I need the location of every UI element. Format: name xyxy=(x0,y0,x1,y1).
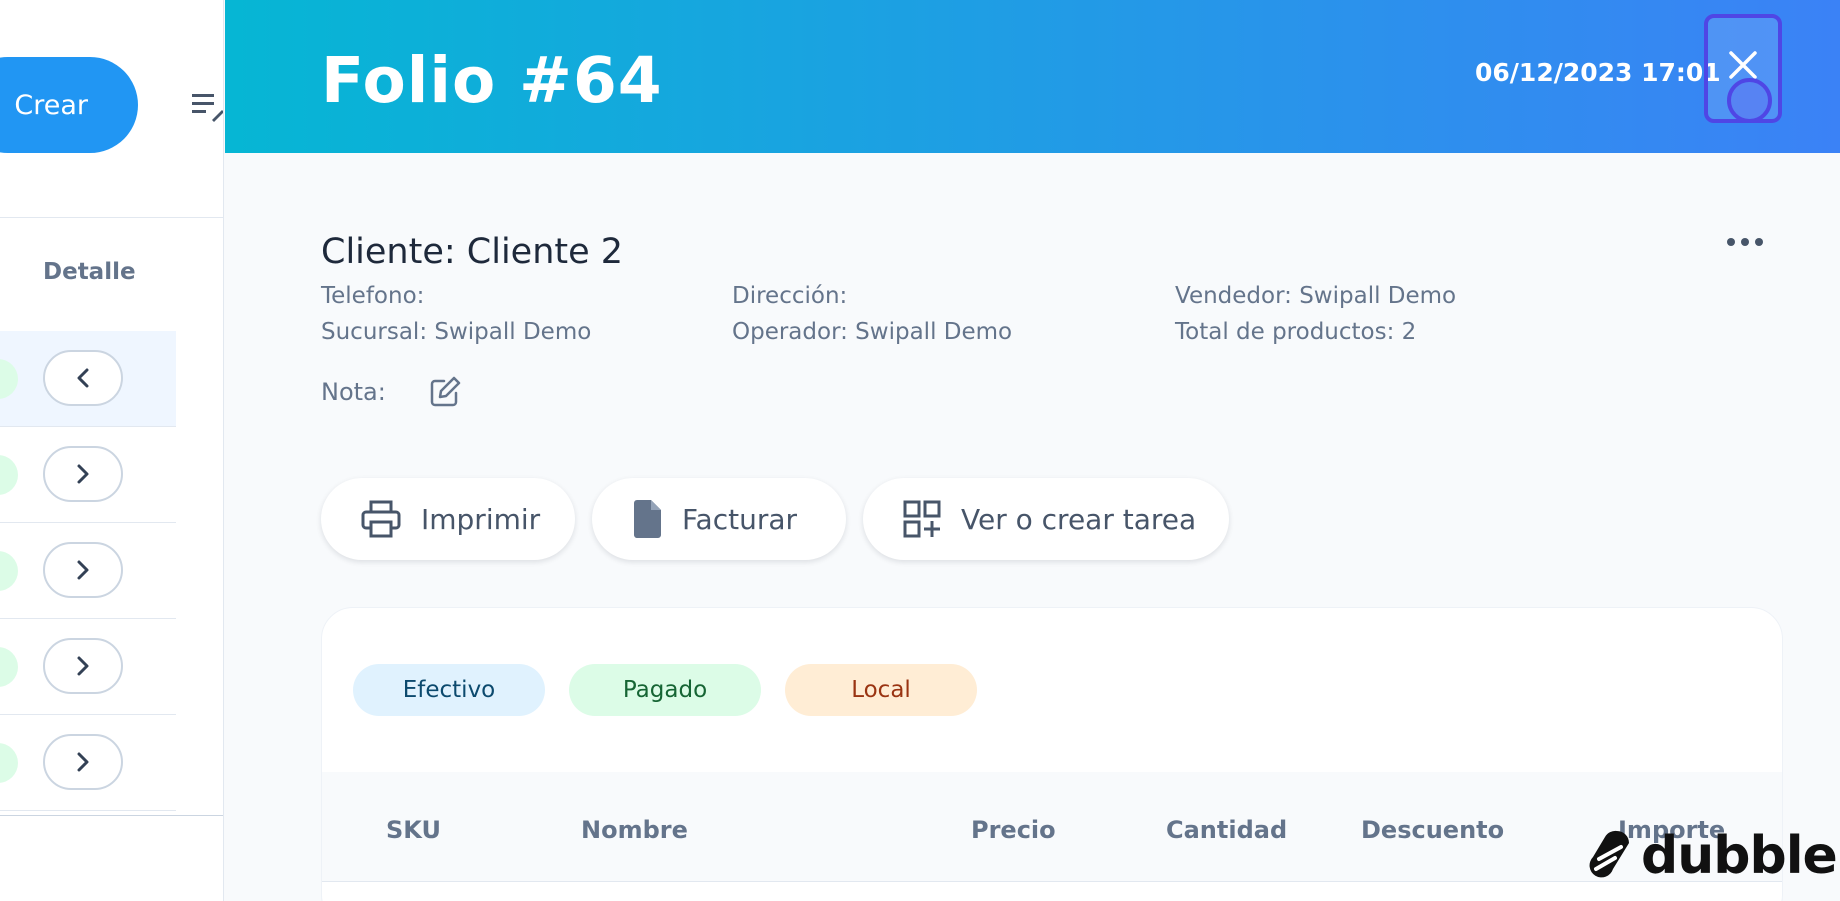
phone-info: Telefono: xyxy=(321,283,425,309)
chevron-left-icon xyxy=(77,368,89,388)
detail-open-button[interactable] xyxy=(43,542,123,598)
chevron-right-icon xyxy=(77,656,89,676)
watermark: dubble xyxy=(1587,826,1838,886)
chevron-right-icon xyxy=(77,560,89,580)
product-count-info: Total de productos: 2 xyxy=(1175,319,1417,345)
table-row[interactable] xyxy=(0,427,176,523)
detail-open-button[interactable] xyxy=(43,638,123,694)
table-row[interactable] xyxy=(0,715,176,811)
client-name: Cliente: Cliente 2 xyxy=(321,232,624,272)
status-badge xyxy=(0,455,18,495)
chevron-right-icon xyxy=(77,752,89,772)
cursor-indicator xyxy=(1727,78,1772,123)
payment-status-badge: Pagado xyxy=(569,664,761,716)
detail-open-button[interactable] xyxy=(43,734,123,790)
task-button[interactable]: Ver o crear tarea xyxy=(863,478,1229,560)
detail-column-header: Detalle xyxy=(43,259,136,285)
print-button[interactable]: Imprimir xyxy=(321,478,575,560)
order-date: 06/12/2023 17:01 xyxy=(1475,58,1721,87)
edit-note-icon[interactable] xyxy=(428,375,462,409)
table-row[interactable] xyxy=(0,523,176,619)
divider xyxy=(0,217,223,218)
page-title: Folio #64 xyxy=(321,44,663,117)
orders-rows xyxy=(0,331,176,811)
column-header-name: Nombre xyxy=(581,816,688,844)
table-row[interactable] xyxy=(0,619,176,715)
order-detail-drawer: Folio #64 06/12/2023 17:01 Cliente: Clie… xyxy=(225,0,1840,901)
status-badge xyxy=(0,743,18,783)
divider xyxy=(0,815,223,816)
close-button[interactable] xyxy=(1704,14,1782,123)
operator-info: Operador: Swipall Demo xyxy=(732,319,1013,345)
items-table-header: SKU Nombre Precio Cantidad Descuento Imp… xyxy=(322,772,1782,882)
payment-method-badge: Efectivo xyxy=(353,664,545,716)
order-type-badge: Local xyxy=(785,664,977,716)
note-label: Nota: xyxy=(321,378,386,406)
status-badge xyxy=(0,647,18,687)
table-row[interactable] xyxy=(0,331,176,427)
status-badge xyxy=(0,551,18,591)
detail-open-button[interactable] xyxy=(43,446,123,502)
branch-info: Sucursal: Swipall Demo xyxy=(321,319,592,345)
column-header-quantity: Cantidad xyxy=(1166,816,1288,844)
edit-list-icon[interactable] xyxy=(190,90,224,124)
print-label: Imprimir xyxy=(421,502,541,536)
detail-toggle-button[interactable] xyxy=(43,350,123,406)
seller-info: Vendedor: Swipall Demo xyxy=(1175,283,1457,309)
document-icon xyxy=(634,500,661,538)
order-items-card: Efectivo Pagado Local SKU Nombre Precio … xyxy=(321,607,1783,901)
invoice-button[interactable]: Facturar xyxy=(592,478,846,560)
address-info: Dirección: xyxy=(732,283,848,309)
create-button[interactable]: Crear xyxy=(0,57,138,153)
column-header-price: Precio xyxy=(971,816,1056,844)
task-label: Ver o crear tarea xyxy=(961,502,1197,536)
orders-list-panel: Crear Detalle xyxy=(0,0,224,901)
close-icon xyxy=(1729,51,1757,79)
qr-add-icon xyxy=(903,500,941,538)
column-header-discount: Descuento xyxy=(1361,816,1505,844)
chevron-right-icon xyxy=(77,464,89,484)
watermark-text: dubble xyxy=(1641,826,1838,886)
dubble-logo-icon xyxy=(1589,830,1629,878)
drawer-header: Folio #64 06/12/2023 17:01 xyxy=(225,0,1840,153)
invoice-label: Facturar xyxy=(682,502,797,536)
column-header-sku: SKU xyxy=(386,816,441,844)
more-options-icon[interactable] xyxy=(1725,236,1765,248)
status-badge xyxy=(0,359,18,399)
printer-icon xyxy=(361,500,401,538)
